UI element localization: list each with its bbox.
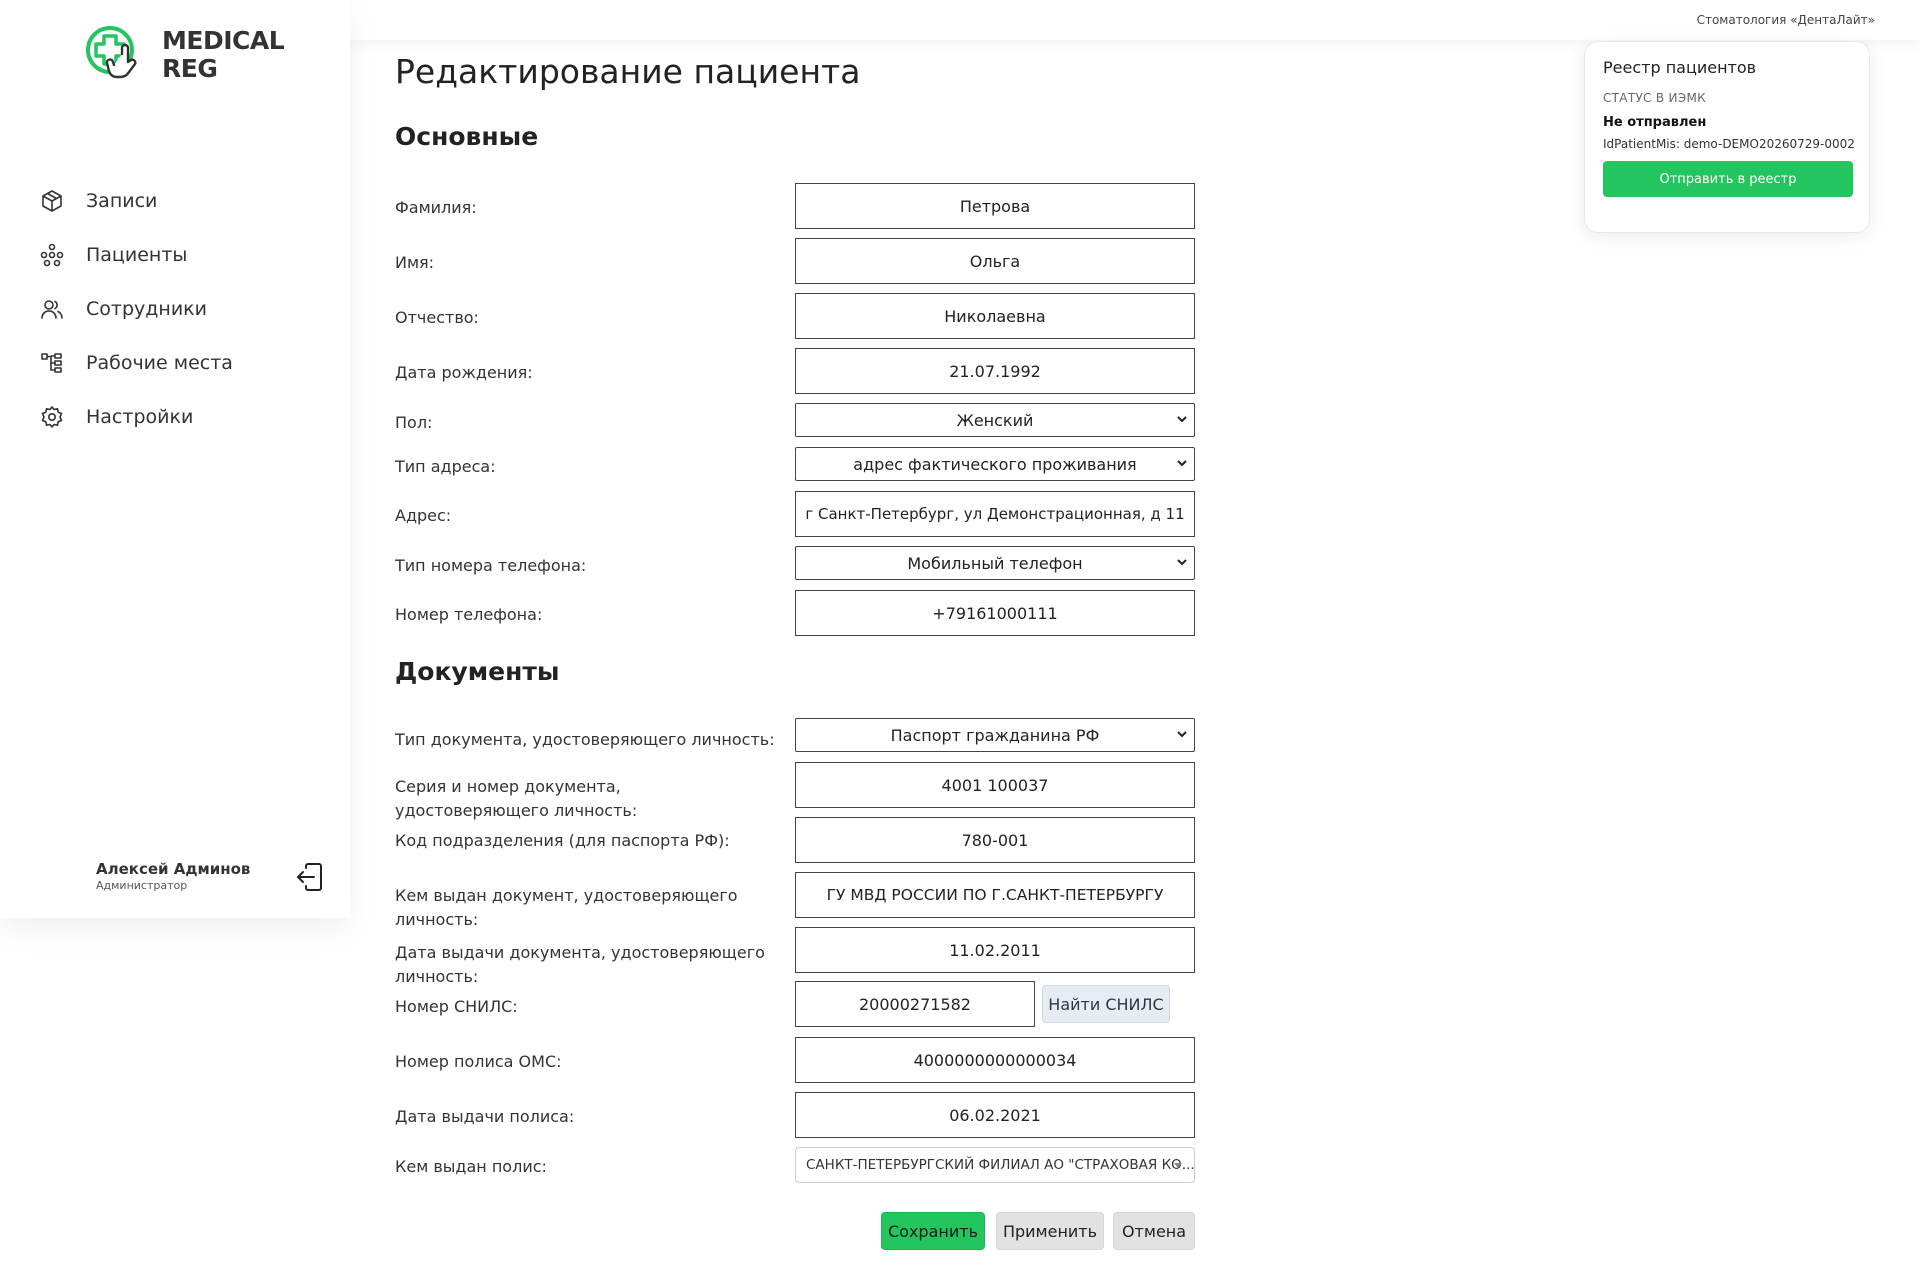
policy-issuer-select[interactable]: САНКТ-ПЕТЕРБУРГСКИЙ ФИЛИАЛ АО "СТРАХОВАЯ…	[795, 1147, 1195, 1183]
sidebar-item-label: Записи	[86, 190, 158, 212]
address-type-select-value: адрес фактического проживания	[853, 454, 1137, 474]
user-profile: Алексей Админов Администратор	[96, 860, 250, 892]
section-title-documents: Документы	[395, 657, 560, 686]
sidebar-item-records[interactable]: Записи	[38, 174, 233, 228]
box-icon	[38, 187, 66, 215]
oms-number-input[interactable]	[795, 1037, 1195, 1083]
page-title: Редактирование пациента	[395, 52, 861, 91]
send-to-registry-button[interactable]: Отправить в реестр	[1603, 161, 1853, 197]
policy-issuer-select-value: САНКТ-ПЕТЕРБУРГСКИЙ ФИЛИАЛ АО "СТРАХОВАЯ…	[806, 1157, 1195, 1173]
phone-label: Номер телефона:	[395, 605, 543, 624]
birth-date-input[interactable]	[795, 348, 1195, 394]
address-type-label: Тип адреса:	[395, 457, 496, 476]
apply-button[interactable]: Применить	[996, 1212, 1104, 1250]
snils-input[interactable]	[795, 981, 1035, 1027]
user-role: Администратор	[96, 879, 188, 892]
save-button[interactable]: Сохранить	[881, 1212, 985, 1250]
sidebar-item-label: Сотрудники	[86, 298, 207, 320]
sidebar-item-staff[interactable]: Сотрудники	[38, 282, 233, 336]
gear-icon	[38, 403, 66, 431]
doc-number-label: Серия и номер документа, удостоверяющего…	[395, 777, 638, 820]
phone-input[interactable]	[795, 590, 1195, 636]
gender-select-value: Женский	[956, 410, 1034, 430]
chevron-down-icon	[1177, 416, 1187, 423]
patient-registry-card: Реестр пациентов СТАТУС В ИЭМК Не отправ…	[1584, 41, 1870, 233]
sidebar: MEDICAL REG Записи Пациенты Сотрудники Р…	[0, 0, 350, 918]
issued-by-label: Кем выдан документ, удостоверяющего личн…	[395, 886, 738, 929]
caret-down-icon	[1174, 1163, 1182, 1168]
policy-date-label: Дата выдачи полиса:	[395, 1107, 575, 1126]
doc-type-select[interactable]: Паспорт гражданина РФ	[795, 718, 1195, 752]
first-name-input[interactable]	[795, 238, 1195, 284]
logo-text: MEDICAL REG	[162, 26, 285, 83]
workplaces-icon	[38, 349, 66, 377]
policy-issuer-label: Кем выдан полис:	[395, 1157, 547, 1176]
last-name-label: Фамилия:	[395, 198, 477, 217]
patronymic-label: Отчество:	[395, 308, 479, 327]
sidebar-item-label: Рабочие места	[86, 352, 233, 374]
user-name: Алексей Админов	[96, 860, 251, 878]
sidebar-item-settings[interactable]: Настройки	[38, 390, 233, 444]
sidebar-nav: Записи Пациенты Сотрудники Рабочие места…	[38, 174, 233, 444]
sidebar-item-label: Настройки	[86, 406, 194, 428]
division-code-label: Код подразделения (для паспорта РФ):	[395, 831, 730, 850]
birth-date-label: Дата рождения:	[395, 363, 533, 382]
chevron-down-icon	[1177, 559, 1187, 566]
issue-date-input[interactable]	[795, 927, 1195, 973]
gender-select[interactable]: Женский	[795, 403, 1195, 437]
medical-cross-hand-icon	[86, 26, 137, 79]
sidebar-item-workplaces[interactable]: Рабочие места	[38, 336, 233, 390]
cancel-button[interactable]: Отмена	[1113, 1212, 1195, 1250]
doc-type-select-value: Паспорт гражданина РФ	[890, 725, 1100, 745]
doc-number-input[interactable]	[795, 762, 1195, 808]
registry-patient-id: IdPatientMis: demo-DEMO20260729-0002	[1603, 137, 1855, 151]
phone-type-select-value: Мобильный телефон	[907, 553, 1083, 573]
address-input[interactable]	[795, 491, 1195, 537]
registry-status: Не отправлен	[1603, 115, 1707, 130]
phone-type-label: Тип номера телефона:	[395, 556, 587, 575]
logo[interactable]: MEDICAL REG	[84, 24, 285, 86]
registry-title: Реестр пациентов	[1603, 58, 1757, 77]
users-network-icon	[38, 241, 66, 269]
doc-type-label: Тип документа, удостоверяющего личность:	[395, 730, 775, 749]
logout-button[interactable]	[295, 862, 325, 892]
find-snils-button[interactable]: Найти СНИЛС	[1042, 985, 1170, 1023]
address-label: Адрес:	[395, 506, 452, 525]
sidebar-item-label: Пациенты	[86, 244, 188, 266]
address-type-select[interactable]: адрес фактического проживания	[795, 447, 1195, 481]
staff-icon	[38, 295, 66, 323]
section-title-basic: Основные	[395, 122, 539, 151]
issue-date-label: Дата выдачи документа, удостоверяющего л…	[395, 943, 765, 986]
sidebar-item-patients[interactable]: Пациенты	[38, 228, 233, 282]
gender-label: Пол:	[395, 413, 433, 432]
snils-label: Номер СНИЛС:	[395, 997, 518, 1016]
first-name-label: Имя:	[395, 253, 435, 272]
logout-icon	[297, 863, 322, 891]
clinic-name: Стоматология «ДентаЛайт»	[1696, 13, 1875, 27]
issued-by-input[interactable]	[795, 872, 1195, 918]
chevron-down-icon	[1177, 460, 1187, 467]
policy-date-input[interactable]	[795, 1092, 1195, 1138]
phone-type-select[interactable]: Мобильный телефон	[795, 546, 1195, 580]
registry-status-label: СТАТУС В ИЭМК	[1603, 91, 1706, 105]
division-code-input[interactable]	[795, 817, 1195, 863]
patronymic-input[interactable]	[795, 293, 1195, 339]
last-name-input[interactable]	[795, 183, 1195, 229]
oms-number-label: Номер полиса ОМС:	[395, 1052, 562, 1071]
chevron-down-icon	[1177, 731, 1187, 738]
